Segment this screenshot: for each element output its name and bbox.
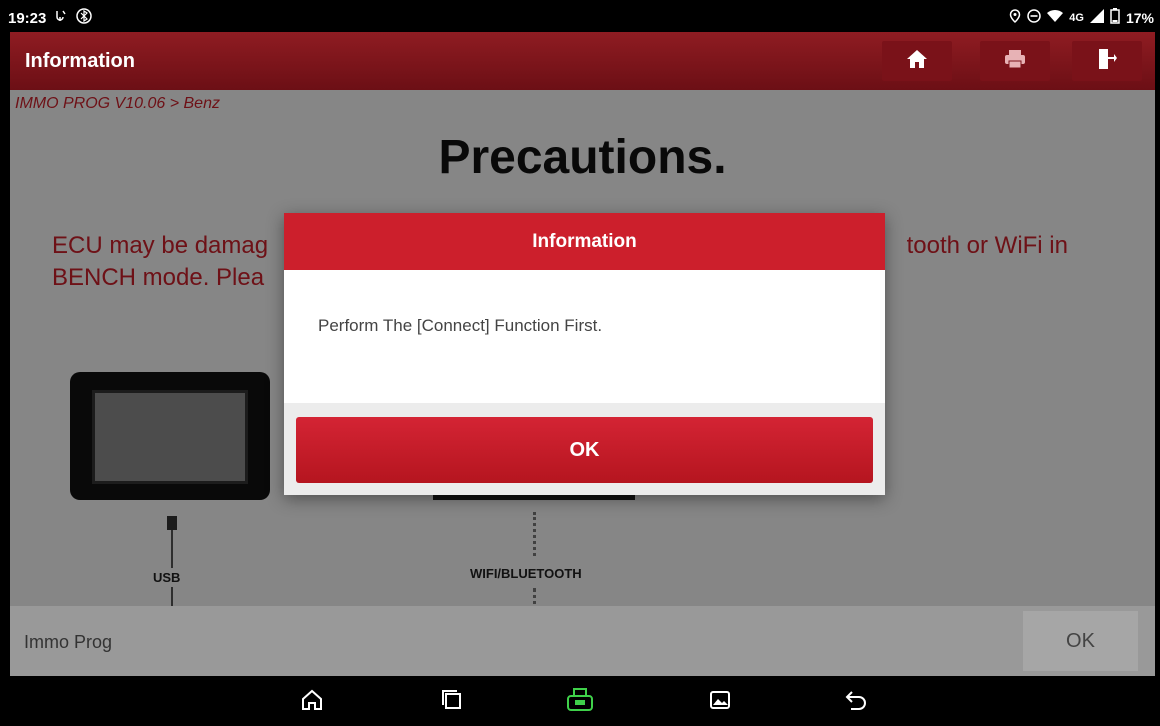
vci-icon bbox=[566, 687, 594, 718]
nav-home-icon bbox=[300, 688, 324, 717]
print-icon bbox=[1004, 49, 1026, 74]
battery-percent: 17% bbox=[1125, 9, 1154, 26]
nav-home-button[interactable] bbox=[298, 688, 326, 716]
information-dialog: Information Perform The [Connect] Functi… bbox=[284, 213, 885, 495]
page-title: Information bbox=[25, 50, 135, 72]
back-button[interactable] bbox=[842, 688, 870, 716]
home-icon bbox=[906, 49, 928, 74]
recent-apps-button[interactable] bbox=[438, 688, 466, 716]
bottom-app-label: Immo Prog bbox=[24, 632, 113, 652]
wifi-signal-icon bbox=[1047, 9, 1064, 26]
print-button[interactable] bbox=[980, 41, 1050, 81]
bottom-bar: Immo Prog OK bbox=[10, 606, 1155, 676]
status-time: 19:23 bbox=[8, 9, 47, 27]
location-icon bbox=[1009, 9, 1021, 26]
exit-button[interactable] bbox=[1072, 41, 1142, 81]
do-not-disturb-icon bbox=[1027, 9, 1042, 26]
recent-apps-icon bbox=[441, 689, 463, 716]
dialog-message: Perform The [Connect] Function First. bbox=[318, 316, 603, 335]
battery-icon bbox=[1110, 8, 1120, 27]
cell-signal-icon bbox=[1089, 9, 1104, 26]
gallery-button[interactable] bbox=[706, 688, 734, 716]
network-type: 4G bbox=[1069, 11, 1084, 24]
vci-button[interactable] bbox=[566, 687, 594, 718]
dialog-footer: OK bbox=[284, 403, 885, 495]
status-bar: 19:23 4G 17% bbox=[0, 0, 1160, 32]
usb-debug-icon bbox=[54, 9, 68, 27]
dialog-title: Information bbox=[284, 213, 885, 270]
app-titlebar: Information bbox=[10, 32, 1155, 90]
system-nav-bar bbox=[0, 676, 1160, 726]
home-button[interactable] bbox=[882, 41, 952, 81]
gallery-icon bbox=[709, 690, 731, 715]
dialog-ok-button[interactable]: OK bbox=[296, 417, 873, 483]
exit-icon bbox=[1096, 48, 1118, 75]
back-icon bbox=[844, 689, 868, 716]
bluetooth-icon bbox=[76, 8, 93, 28]
bottom-ok-button[interactable]: OK bbox=[1023, 611, 1138, 671]
